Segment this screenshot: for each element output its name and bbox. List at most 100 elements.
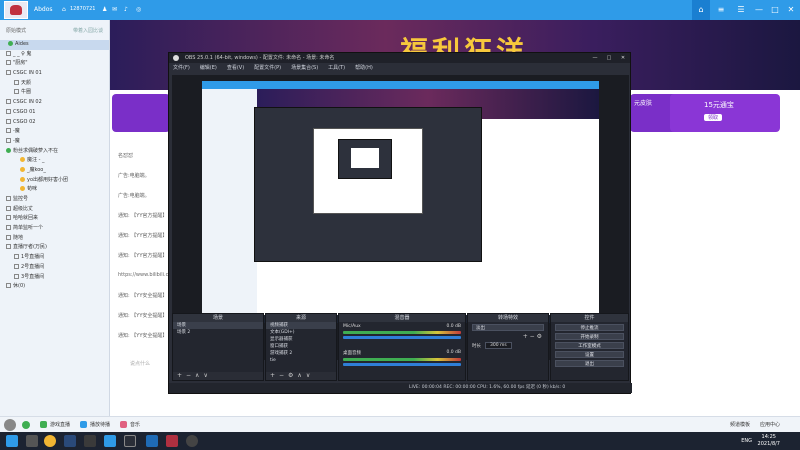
chrome-icon[interactable]: [44, 435, 56, 447]
control-button[interactable]: 开始录制: [555, 333, 624, 340]
clock[interactable]: 14:25 2021/8/7: [758, 434, 780, 448]
channel-item[interactable]: 天颜: [0, 79, 109, 89]
volume-slider[interactable]: [343, 336, 461, 339]
obs-menu-item[interactable]: 查看(V): [227, 63, 244, 73]
source-item[interactable]: 显示器捕获: [266, 336, 336, 343]
toolbar-item[interactable]: 应用中心: [760, 421, 780, 428]
scenes-toolbar[interactable]: +−∧∨: [173, 372, 263, 380]
channel-item[interactable]: 随地: [0, 234, 109, 244]
mode-label[interactable]: 原始模式: [6, 27, 26, 34]
steam-icon[interactable]: [64, 435, 76, 447]
yy-taskbar-icon[interactable]: [104, 435, 116, 447]
source-item[interactable]: tie: [266, 357, 336, 364]
obs-window[interactable]: OBS 25.0.1 (64-bit, windows) - 配置文件: 未命名…: [168, 52, 632, 394]
sources-header: 来源: [266, 314, 336, 322]
toolbar-item[interactable]: 游戏直播: [40, 421, 70, 428]
channel-item[interactable]: 3号直播间: [0, 273, 109, 283]
control-button[interactable]: 工作室模式: [555, 342, 624, 349]
source-item[interactable]: 窗口捕获: [266, 343, 336, 350]
user-avatar[interactable]: [4, 1, 28, 19]
coupon-claim-button[interactable]: 领取: [704, 114, 723, 121]
obs-taskbar-icon[interactable]: [124, 435, 136, 447]
app-icon[interactable]: [166, 435, 178, 447]
source-item[interactable]: 文本(GDI+): [266, 329, 336, 336]
expand-icon: [6, 225, 11, 231]
channel-item[interactable]: CSGO 02: [0, 118, 109, 128]
channel-item[interactable]: -魔: [0, 137, 109, 147]
obs-menu-item[interactable]: 配置文件(P): [254, 63, 281, 73]
promo-left[interactable]: [112, 94, 170, 132]
channel-item[interactable]: yo出都用好害小团: [0, 176, 109, 186]
volume-slider[interactable]: [343, 363, 461, 366]
sources-toolbar[interactable]: +−⚙∧∨: [266, 372, 336, 380]
expand-icon: [6, 60, 11, 66]
channel-item[interactable]: 简单监听一个: [0, 224, 109, 234]
bell-icon[interactable]: ♪: [124, 6, 128, 13]
close-button[interactable]: ✕: [782, 0, 800, 20]
obs-titlebar[interactable]: OBS 25.0.1 (64-bit, windows) - 配置文件: 未命名…: [169, 53, 630, 63]
obs-maximize-button[interactable]: □: [602, 53, 616, 63]
channel-item[interactable]: 休(0): [0, 282, 109, 292]
channel-item[interactable]: 粉丝求偶破萝入不在: [0, 147, 109, 157]
shirt-icon[interactable]: ☰: [732, 0, 750, 20]
promo-coupon[interactable]: 15元通宝 领取: [670, 94, 780, 132]
scene-item[interactable]: 场景 2: [173, 329, 263, 336]
expand-icon: [6, 215, 11, 221]
obs-minimize-button[interactable]: —: [588, 53, 602, 63]
app-icon[interactable]: [186, 435, 198, 447]
windows-start-icon[interactable]: [6, 435, 18, 447]
mic-icon[interactable]: [22, 420, 30, 429]
user-icon[interactable]: ♟: [102, 6, 107, 13]
task-view-icon[interactable]: [26, 435, 38, 447]
channel-item[interactable]: 2号直播间: [0, 263, 109, 273]
obs-menu-item[interactable]: 文件(F): [173, 63, 190, 73]
channel-item[interactable]: CSGC IN 02: [0, 98, 109, 108]
control-button[interactable]: 退出: [555, 360, 624, 367]
channel-title[interactable]: Aides: [0, 40, 109, 50]
transition-select[interactable]: 淡出: [472, 324, 544, 331]
obs-menu-item[interactable]: 编辑(E): [200, 63, 217, 73]
channel-item[interactable]: 超级比丈: [0, 205, 109, 215]
source-item[interactable]: 游戏捕获 2: [266, 350, 336, 357]
channel-item[interactable]: _魔koo_: [0, 166, 109, 176]
source-item[interactable]: 视频捕获: [266, 322, 336, 329]
app-icon[interactable]: [84, 435, 96, 447]
channel-item[interactable]: 直播厅者(万民): [0, 243, 109, 253]
channel-item[interactable]: 1号直播间: [0, 253, 109, 263]
toolbar-item[interactable]: 频道模板: [730, 421, 750, 428]
obs-menu-item[interactable]: 帮助(H): [355, 63, 373, 73]
channel-item[interactable]: CSGO 01: [0, 108, 109, 118]
control-button[interactable]: 设置: [555, 351, 624, 358]
scene-item[interactable]: 场景: [173, 322, 263, 329]
transition-add-remove[interactable]: + − ⚙: [468, 333, 548, 340]
language-indicator[interactable]: ENG: [741, 438, 752, 444]
coin-icon[interactable]: ◎: [136, 6, 141, 13]
home-icon[interactable]: ⌂: [62, 6, 66, 13]
home-button[interactable]: ⌂: [692, 0, 710, 20]
channel-item[interactable]: _ _ ♀ 鬼: [0, 50, 109, 60]
channel-item[interactable]: -魔: [0, 127, 109, 137]
obs-close-button[interactable]: ✕: [616, 53, 630, 63]
user-avatar-small[interactable]: [4, 418, 16, 431]
channel-item[interactable]: 监控号: [0, 195, 109, 205]
channel-tree: _ _ ♀ 鬼 "厨房" CSGC IN 01 天颜 牛圈 CSGC IN 02 CSGO …: [0, 50, 109, 292]
toolbar-item[interactable]: 音乐: [120, 421, 140, 428]
duration-input[interactable]: 300 ms: [485, 342, 512, 349]
channel-item[interactable]: CSGC IN 01: [0, 69, 109, 79]
channel-item[interactable]: 魔汪 - _: [0, 156, 109, 166]
obs-menu-item[interactable]: 场景集合(S): [291, 63, 318, 73]
channel-item[interactable]: 牛圈: [0, 88, 109, 98]
nested-yy-sidebar: [202, 89, 257, 315]
obs-menu-item[interactable]: 工具(T): [328, 63, 345, 73]
channel-item[interactable]: 哈哈就回来: [0, 214, 109, 224]
expand-icon: [6, 196, 11, 201]
message-icon[interactable]: ✉: [112, 6, 117, 13]
channel-item[interactable]: 苟咪: [0, 185, 109, 195]
toolbar-item[interactable]: 播放待播: [80, 421, 110, 428]
obs-statusbar: LIVE: 00:00:04 REC: 00:00:00 CPU: 1.6%, …: [169, 383, 632, 393]
app-icon[interactable]: [146, 435, 158, 447]
channel-item[interactable]: "厨房": [0, 59, 109, 69]
menu-button[interactable]: ≡: [712, 0, 730, 20]
control-button[interactable]: 停止推流: [555, 324, 624, 331]
chat-input[interactable]: 说点什么: [130, 360, 150, 367]
